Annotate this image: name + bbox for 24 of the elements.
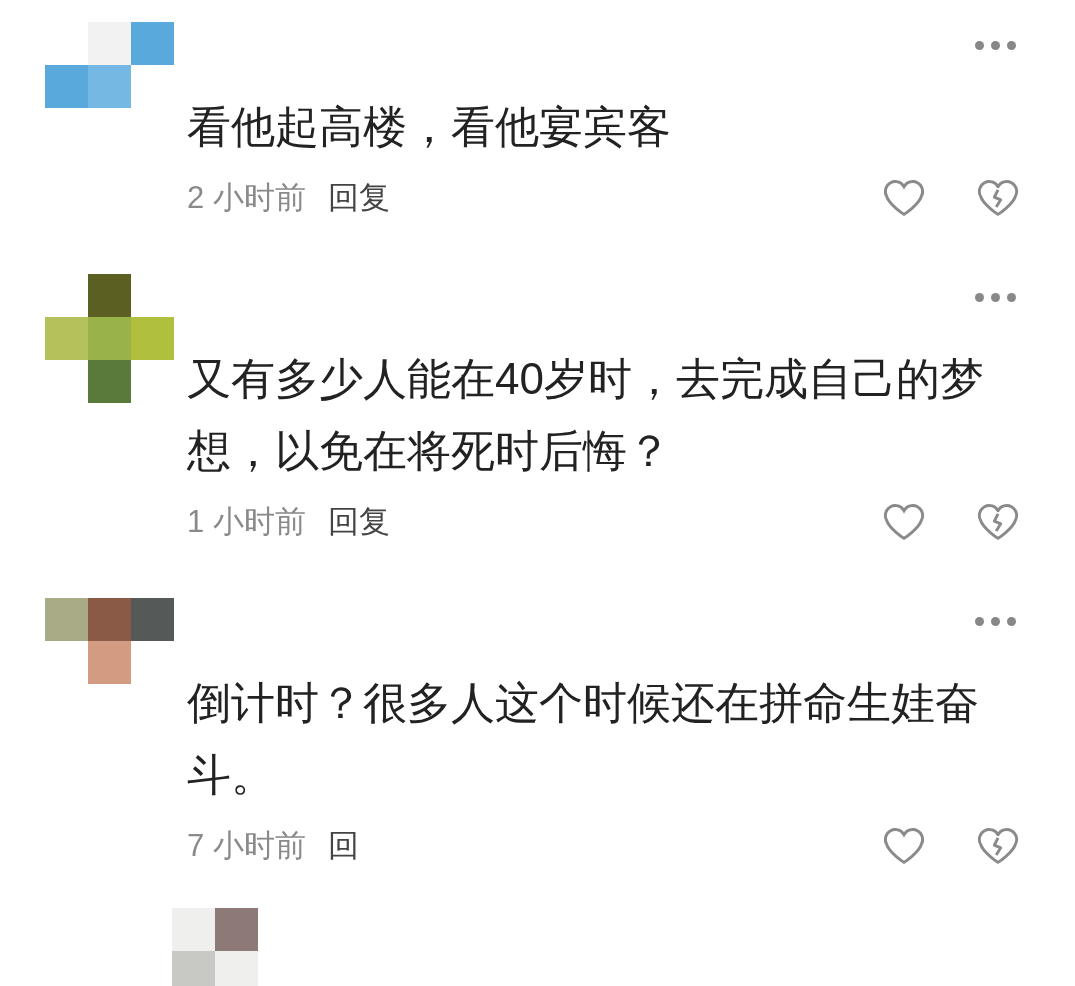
dislike-button[interactable]	[976, 502, 1020, 542]
comment-text: 又有多少人能在40岁时，去完成自己的梦想，以免在将死时后悔？	[187, 353, 985, 477]
comment-text: 看他起高楼，看他宴宾客	[187, 101, 672, 153]
like-button[interactable]	[882, 826, 926, 866]
heart-icon	[882, 826, 926, 866]
broken-heart-icon	[976, 826, 1020, 866]
avatar-icon	[45, 598, 174, 684]
comment-time: 7 小时前	[187, 826, 306, 865]
comment-time: 2 小时前	[187, 178, 306, 217]
dislike-button[interactable]	[976, 178, 1020, 218]
broken-heart-icon	[976, 178, 1020, 218]
avatar-icon	[45, 22, 174, 108]
comment-time: 1 小时前	[187, 502, 306, 541]
dislike-button[interactable]	[976, 826, 1020, 866]
reply-link[interactable]: 回	[327, 822, 359, 870]
heart-icon	[882, 502, 926, 542]
broken-heart-icon	[976, 502, 1020, 542]
avatar-icon	[45, 274, 174, 403]
reply-link[interactable]: 回复	[327, 498, 390, 546]
comment-text: 倒计时？很多人这个时候还在拼命生娃奋斗。	[187, 677, 980, 801]
like-button[interactable]	[882, 178, 926, 218]
reply-link[interactable]: 回复	[327, 174, 390, 222]
like-button[interactable]	[882, 502, 926, 542]
heart-icon	[882, 178, 926, 218]
